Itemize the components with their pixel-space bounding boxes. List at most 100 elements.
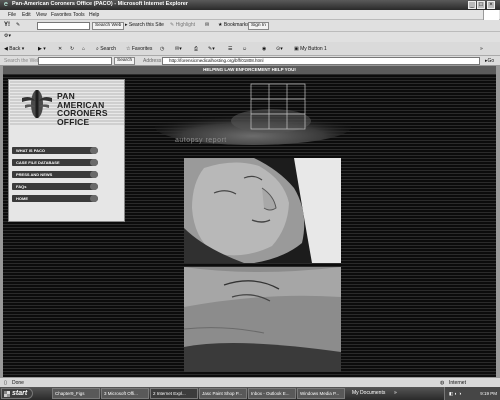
face-photo-closeup xyxy=(184,267,341,372)
system-tray: ◧ ◐ ◑ 9:19 PM xyxy=(444,387,500,400)
highlight-button[interactable]: ✎ Highlight xyxy=(170,22,195,28)
search-label: Search xyxy=(100,46,117,52)
history-icon[interactable]: ◷ xyxy=(160,46,164,52)
logo-wordmark: PAN AMERICAN CORONERS OFFICE xyxy=(57,92,108,126)
nav-button-cap xyxy=(90,159,98,166)
bookmarks-button[interactable]: ★ Bookmarks xyxy=(218,22,249,28)
web-search-button[interactable]: Search xyxy=(114,57,136,65)
nav-button-cap xyxy=(90,147,98,154)
mail-icon[interactable]: ✉ xyxy=(205,22,209,28)
toolbar-options-icon[interactable]: ⚙▾ xyxy=(4,33,11,39)
nav-faqs[interactable]: FAQs xyxy=(12,183,98,190)
toolbar-chevron-icon[interactable]: » xyxy=(480,46,483,52)
bookmarks-label: Bookmarks xyxy=(223,22,249,28)
messenger-icon[interactable]: ☺ xyxy=(242,46,247,52)
title-bar[interactable]: e Pan-American Coroners Office (PACO) - … xyxy=(0,0,500,10)
menu-file[interactable]: File xyxy=(8,12,16,18)
task-paint-shop-pro[interactable]: Jasc Paint Shop P... xyxy=(199,388,247,399)
ie-icon: e xyxy=(4,1,8,8)
internet-zone-icon: ◍ xyxy=(440,380,445,386)
caduceus-emblem-icon xyxy=(22,90,52,118)
status-zone: Internet xyxy=(449,380,466,386)
nav-home[interactable]: HOME xyxy=(12,195,98,202)
url-text: http://forensicmedicalhosting.org/bff/01… xyxy=(169,58,264,63)
maximize-button[interactable]: □ xyxy=(477,1,485,9)
task-chapter9-figs[interactable]: Chapter9_Figs xyxy=(52,388,100,399)
sign-in-button[interactable]: Sign In xyxy=(248,22,269,30)
clock: 9:19 PM xyxy=(480,391,497,396)
task-microsoft-office[interactable]: 3 Microsoft Offi... xyxy=(101,388,149,399)
window-title: Pan-American Coroners Office (PACO) - Mi… xyxy=(12,1,188,7)
menu-help[interactable]: Help xyxy=(89,12,99,18)
toolbar-search-input[interactable] xyxy=(37,22,90,30)
tray-my-documents[interactable]: My Documents xyxy=(352,390,385,396)
nav-button-cap xyxy=(90,195,98,202)
start-button[interactable]: start xyxy=(1,388,33,399)
navigation-toolbar: ◀ Back ▾ ▶ ▾ ✕ ↻ ⌂ ⌕ Search ☆ Favorites … xyxy=(0,42,500,56)
address-label: Address xyxy=(143,58,162,64)
edit-icon[interactable]: ✎▾ xyxy=(208,46,215,52)
web-search-input[interactable] xyxy=(38,57,112,65)
nav-label: FAQs xyxy=(16,184,27,189)
task-outlook[interactable]: Inbox - Outlook E... xyxy=(248,388,296,399)
highlight-label: Highlight xyxy=(175,22,196,28)
nav-label: CASE FILE DATABASE xyxy=(16,160,60,165)
favorites-button[interactable]: ☆ Favorites xyxy=(126,46,152,52)
nav-label: WHAT IS PACO xyxy=(16,148,45,153)
windows-flag-icon xyxy=(4,391,10,397)
nav-button-cap xyxy=(90,171,98,178)
menu-view[interactable]: View xyxy=(36,12,47,18)
menu-favorites[interactable]: Favorites xyxy=(51,12,72,18)
back-button[interactable]: ◀ Back ▾ xyxy=(4,46,24,52)
task-internet-explorer[interactable]: 2 Internet Expl... xyxy=(150,388,198,399)
search-button[interactable]: ⌕ Search xyxy=(96,46,116,52)
paco-logo[interactable]: PAN AMERICAN CORONERS OFFICE xyxy=(10,81,124,126)
address-toolbar: Search the Web Search Address http://for… xyxy=(0,56,500,66)
ie-throbber-icon xyxy=(483,10,499,20)
address-field[interactable]: http://forensicmedicalhosting.org/bff/01… xyxy=(162,57,480,65)
face-photo-profile xyxy=(184,158,341,263)
web-search-placeholder: Search the Web xyxy=(4,58,40,64)
pencil-icon[interactable]: ✎ xyxy=(16,22,20,28)
discuss-icon[interactable]: ☰ xyxy=(228,46,232,52)
nav-button-cap xyxy=(90,183,98,190)
menu-bar: File Edit View Favorites Tools Help xyxy=(0,10,500,20)
taskbar: start Chapter9_Figs 3 Microsoft Offi... … xyxy=(0,387,500,400)
nav-what-is-paco[interactable]: WHAT IS PACO xyxy=(12,147,98,154)
my-button-label: My Button 1 xyxy=(300,46,327,52)
refresh-icon[interactable]: ↻ xyxy=(70,46,74,52)
status-text: Done xyxy=(12,380,24,386)
nav-case-file-database[interactable]: CASE FILE DATABASE xyxy=(12,159,98,166)
tray-icons[interactable]: ◧ ◐ ◑ xyxy=(449,387,461,400)
tray-arrows-icon[interactable]: » xyxy=(394,390,397,396)
menu-tools[interactable]: Tools xyxy=(73,12,85,18)
close-button[interactable]: × xyxy=(487,1,495,9)
page-banner: HELPING LAW ENFORCEMENT HELP YOU! xyxy=(3,66,496,74)
status-page-icon: ▯ xyxy=(4,380,7,386)
mail-icon[interactable]: ✉▾ xyxy=(175,46,182,52)
go-button[interactable]: ▸Go xyxy=(485,58,494,64)
back-label: Back xyxy=(9,46,21,52)
status-bar: ▯ Done ◍ Internet xyxy=(0,377,500,387)
yahoo-logo-icon[interactable]: Y! xyxy=(4,22,10,28)
nav-label: PRESS AND NEWS xyxy=(16,172,53,177)
logo-line-4: OFFICE xyxy=(57,116,90,127)
home-icon[interactable]: ⌂ xyxy=(82,46,85,52)
print-icon[interactable]: ⎙ xyxy=(194,46,198,52)
task-windows-media[interactable]: Windows Media P... xyxy=(297,388,345,399)
toolbar-row-2: ⚙▾ xyxy=(0,32,500,42)
autopsy-report-heading: autopsy report xyxy=(175,137,227,144)
search-site-button[interactable]: ▸ Search this Site xyxy=(125,22,164,28)
forward-button[interactable]: ▶ ▾ xyxy=(38,46,46,52)
nav-press-and-news[interactable]: PRESS AND NEWS xyxy=(12,171,98,178)
sidebar-panel: PAN AMERICAN CORONERS OFFICE WHAT IS PAC… xyxy=(8,79,125,222)
research-icon[interactable]: ⊙▾ xyxy=(276,46,283,52)
nav-label: HOME xyxy=(16,196,28,201)
media-icon[interactable]: ◉ xyxy=(262,46,266,52)
search-toolbar: Y! ✎ Search Web ▸ Search this Site ✎ Hig… xyxy=(0,20,500,32)
my-button[interactable]: ▣ My Button 1 xyxy=(294,46,327,52)
search-web-button[interactable]: Search Web xyxy=(92,22,125,30)
minimize-button[interactable]: _ xyxy=(468,1,476,9)
menu-edit[interactable]: Edit xyxy=(22,12,31,18)
stop-icon[interactable]: ✕ xyxy=(58,46,62,52)
